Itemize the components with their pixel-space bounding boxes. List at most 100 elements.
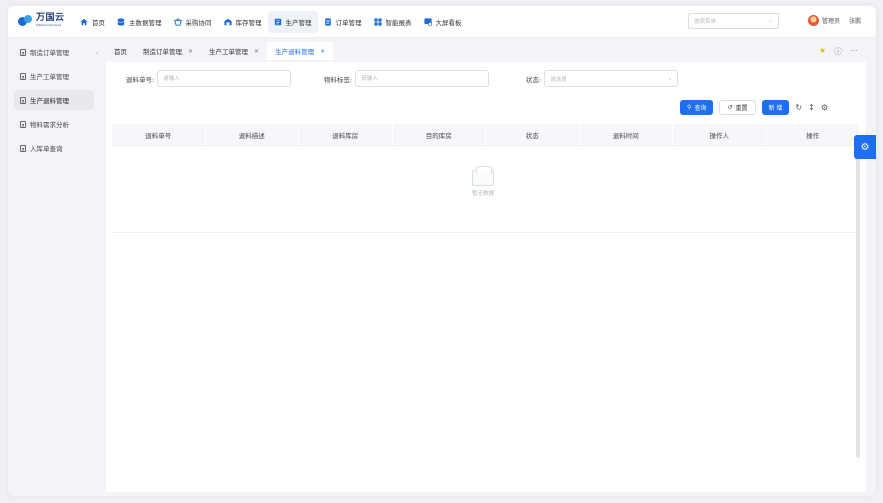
status-placeholder: 请选择 <box>550 76 567 83</box>
dashboard-icon <box>423 18 432 26</box>
gear-icon: ⚙ <box>860 141 870 153</box>
logo-subtitle: Intelicloud Cloud <box>36 23 62 27</box>
document-icon <box>20 48 26 56</box>
sidebar-item-label: 入库单查询 <box>30 145 63 153</box>
column-header: 状态 <box>486 124 580 145</box>
tab-label: 生产退料管理 <box>275 48 315 56</box>
nav-item-home[interactable]: 首页 <box>74 11 111 33</box>
app-window: 万国云 Intelicloud Cloud 首页 主数据管理 采购协同 库存管理 <box>8 6 876 496</box>
filter-return-no: 退料单号: <box>126 70 292 87</box>
sidebar-item-label: 生产退料管理 <box>30 97 69 105</box>
menu-search-select[interactable]: 搜索菜单 ⌄ <box>688 13 779 29</box>
floating-settings-button[interactable]: ⚙ <box>854 135 876 159</box>
help-icon[interactable]: ⓘ <box>834 46 842 57</box>
nav-item-label: 库存管理 <box>235 19 262 27</box>
chevron-down-icon: ⌄ <box>667 75 673 82</box>
material-tag-input[interactable] <box>355 70 490 87</box>
chevron-left-icon[interactable]: ‹ <box>96 50 98 57</box>
chevron-down-icon: ⌄ <box>768 18 773 24</box>
tab-work-order[interactable]: 生产工单管理 × <box>201 42 267 60</box>
order-icon <box>324 18 331 26</box>
sidebar-item-label: 生产工单管理 <box>30 73 69 81</box>
user-role: 管理员 <box>822 18 841 25</box>
sidebar-item-manufacturing-order[interactable]: 制造订单管理 <box>14 42 94 62</box>
nav-item-label: 订单管理 <box>335 19 362 27</box>
column-header: 退料时间 <box>580 124 673 145</box>
nav-item-orders[interactable]: 订单管理 <box>318 11 368 33</box>
home-icon <box>80 18 88 26</box>
tab-home[interactable]: 首页 <box>106 42 135 60</box>
filter-label: 状态: <box>526 75 542 84</box>
column-header: 退料库房 <box>299 124 393 145</box>
sidebar-item-label: 物料需求分析 <box>30 121 69 129</box>
add-button[interactable]: 新 增 <box>761 100 790 115</box>
empty-box-icon <box>472 166 494 186</box>
search-icon: ⚲ <box>687 104 692 111</box>
column-header: 操作人 <box>673 124 767 145</box>
nav-item-label: 首页 <box>92 19 105 27</box>
column-header: 退料描述 <box>206 124 299 145</box>
sidebar-item-inbound-query[interactable]: 入库单查询 <box>14 138 94 158</box>
nav-item-label: 大屏看板 <box>435 19 462 27</box>
filter-label: 退料单号: <box>126 75 155 84</box>
sidebar-item-material-return[interactable]: 生产退料管理 <box>14 90 94 110</box>
nav-item-master-data[interactable]: 主数据管理 <box>111 11 168 33</box>
query-button-label: 查询 <box>694 105 707 112</box>
document-icon <box>20 72 26 80</box>
more-icon[interactable]: ⋯ <box>850 46 858 57</box>
star-icon[interactable]: ★ <box>819 46 826 57</box>
refresh-icon[interactable]: ↻ <box>795 103 802 112</box>
top-bar: 万国云 Intelicloud Cloud 首页 主数据管理 采购协同 库存管理 <box>8 6 876 38</box>
nav-item-production[interactable]: 生产管理 <box>267 11 318 33</box>
document-icon <box>20 96 26 104</box>
basket-icon <box>173 18 182 26</box>
report-icon <box>373 18 382 26</box>
nav-item-inventory[interactable]: 库存管理 <box>218 11 268 33</box>
user-menu[interactable]: 管理员 张鹏 <box>808 15 861 26</box>
tab-label: 生产工单管理 <box>209 48 249 56</box>
column-header: 目的库房 <box>393 124 486 145</box>
sidebar-item-work-order[interactable]: 生产工单管理 <box>14 66 94 86</box>
column-height-icon[interactable]: ↕ <box>808 103 815 112</box>
nav-item-label: 采购协同 <box>185 19 212 27</box>
nav-item-purchase[interactable]: 采购协同 <box>168 11 218 33</box>
nav-item-dashboard[interactable]: 大屏看板 <box>418 11 468 33</box>
logo[interactable]: 万国云 Intelicloud Cloud <box>18 14 65 27</box>
avatar[interactable] <box>808 15 819 26</box>
filter-status: 状态: 请选择 ⌄ <box>526 70 679 87</box>
reset-button[interactable]: ↺ 重置 <box>719 100 756 115</box>
tab-material-return[interactable]: 生产退料管理 × <box>267 42 334 60</box>
close-icon[interactable]: × <box>320 48 325 55</box>
column-header: 操作 <box>767 124 860 145</box>
logo-title: 万国云 <box>36 13 65 23</box>
vertical-scrollbar[interactable] <box>856 158 860 458</box>
close-icon[interactable]: × <box>254 48 259 55</box>
add-button-label: 新 增 <box>768 105 783 112</box>
tab-label: 首页 <box>114 48 127 56</box>
tab-manufacturing-order[interactable]: 制造订单管理 × <box>135 42 201 60</box>
nav-item-label: 智能报表 <box>385 19 412 27</box>
sidebar-item-material-demand[interactable]: 物料需求分析 <box>14 114 94 134</box>
menu-search-placeholder: 搜索菜单 <box>694 19 717 25</box>
status-select[interactable]: 请选择 ⌄ <box>544 70 679 87</box>
filter-label: 物料标签: <box>324 75 353 84</box>
table-header: 退料单号 退料描述 退料库房 目的库房 状态 退料时间 操作人 操作 <box>112 124 860 146</box>
empty-state: 暂无数据 <box>472 166 494 197</box>
settings-icon[interactable]: ⚙ <box>821 103 828 112</box>
query-button[interactable]: ⚲ 查询 <box>680 100 714 115</box>
warehouse-icon <box>223 18 232 26</box>
user-name: 张鹏 <box>849 18 862 25</box>
nav-item-reports[interactable]: 智能报表 <box>368 11 418 33</box>
nav-item-label: 主数据管理 <box>129 19 162 27</box>
database-icon <box>117 18 125 26</box>
tab-tools: ★ ⓘ ⋯ <box>819 46 858 57</box>
filter-material-tag: 物料标签: <box>324 70 490 87</box>
close-icon[interactable]: × <box>188 48 193 55</box>
return-no-input[interactable] <box>157 70 292 87</box>
table-divider <box>112 232 860 233</box>
nav-item-label: 生产管理 <box>285 19 312 27</box>
column-header: 退料单号 <box>112 124 206 145</box>
reset-icon: ↺ <box>727 104 733 111</box>
main-nav: 首页 主数据管理 采购协同 库存管理 生产管理 订单管理 智能报表 大屏看板 <box>74 11 468 33</box>
sidebar-item-label: 制造订单管理 <box>30 49 69 57</box>
